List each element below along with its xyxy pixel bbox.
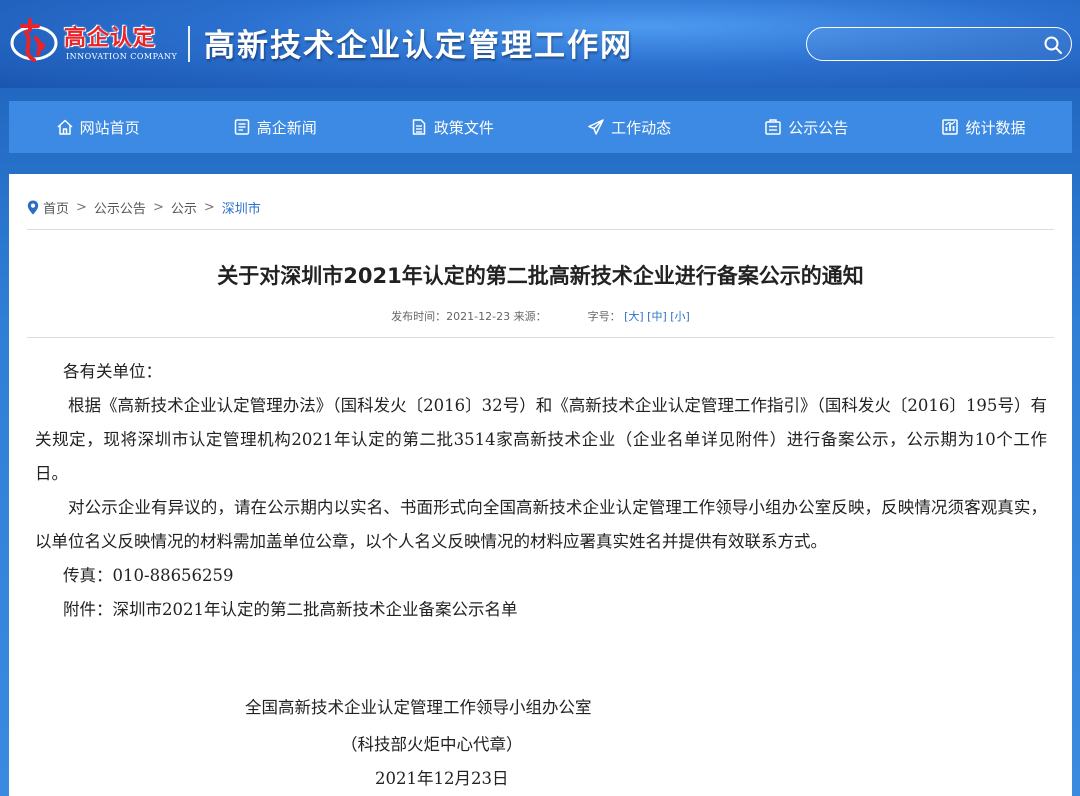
breadcrumb-separator: > bbox=[203, 200, 215, 215]
fax-line: 传真：010-88656259 bbox=[63, 566, 234, 585]
font-size-medium[interactable]: [中] bbox=[647, 310, 667, 323]
breadcrumb-notice[interactable]: 公示公告 bbox=[94, 198, 146, 217]
nav-item-label: 统计数据 bbox=[965, 118, 1026, 137]
nav-item-label: 网站首页 bbox=[79, 118, 140, 137]
article-body: 各有关单位： 根据《高新技术企业认定管理办法》（国科发火〔2016〕32号）和《… bbox=[35, 355, 1047, 627]
nav-item-label: 公示公告 bbox=[788, 118, 849, 137]
divider bbox=[27, 229, 1054, 230]
signature-date: 2021年12月23日 bbox=[375, 769, 509, 788]
breadcrumb-separator: > bbox=[76, 200, 87, 215]
main-nav: 网站首页 高企新闻 政策文件 工作动态 公示公告 统计数据 bbox=[9, 101, 1072, 153]
attachment-link[interactable]: 深圳市2021年认定的第二批高新技术企业备案公示名单 bbox=[113, 600, 518, 619]
font-size-small[interactable]: [小] bbox=[670, 310, 690, 323]
notice-icon bbox=[765, 119, 782, 135]
search-box bbox=[806, 27, 1072, 61]
site-title: 高新技术企业认定管理工作网 bbox=[204, 28, 633, 64]
search-input[interactable] bbox=[819, 33, 1039, 57]
breadcrumb: 首页 > 公示公告 > 公示 > 深圳市 bbox=[27, 198, 261, 217]
logo-divider bbox=[188, 26, 190, 62]
logo-text-cn: 高企认定 bbox=[64, 25, 157, 51]
paragraph: 对公示企业有异议的，请在公示期内以实名、书面形式向全国高新技术企业认定管理工作领… bbox=[35, 498, 1047, 551]
nav-item-home[interactable]: 网站首页 bbox=[9, 101, 186, 153]
nav-item-policy[interactable]: 政策文件 bbox=[363, 101, 540, 153]
font-size-label: 字号： bbox=[587, 310, 621, 323]
logo-mark-icon bbox=[10, 18, 58, 62]
logo-text-en: INNOVATION COMPANY bbox=[66, 52, 178, 61]
nav-item-label: 政策文件 bbox=[433, 118, 494, 137]
nav-item-stats[interactable]: 统计数据 bbox=[895, 101, 1072, 153]
nav-item-work[interactable]: 工作动态 bbox=[541, 101, 718, 153]
paper-plane-icon bbox=[588, 119, 604, 135]
nav-item-news[interactable]: 高企新闻 bbox=[186, 101, 363, 153]
document-icon bbox=[412, 119, 426, 135]
content-panel: 首页 > 公示公告 > 公示 > 深圳市 关于对深圳市2021年认定的第二批高新… bbox=[9, 174, 1072, 796]
signature-seal: （科技部火炬中心代章） bbox=[341, 735, 523, 754]
publish-info: 发布时间：2021-12-23 来源： bbox=[391, 310, 547, 323]
article-meta: 发布时间：2021-12-23 来源： 字号： [大] [中] [小] bbox=[9, 308, 1072, 324]
breadcrumb-shenzhen[interactable]: 深圳市 bbox=[222, 198, 261, 217]
signature-org: 全国高新技术企业认定管理工作领导小组办公室 bbox=[245, 698, 592, 717]
nav-item-notice[interactable]: 公示公告 bbox=[718, 101, 895, 153]
attachment-line: 附件：深圳市2021年认定的第二批高新技术企业备案公示名单 bbox=[35, 593, 1047, 627]
font-size-switcher: 字号： [大] [中] [小] bbox=[588, 310, 690, 323]
nav-item-label: 高企新闻 bbox=[256, 118, 317, 137]
breadcrumb-separator: > bbox=[152, 200, 164, 215]
nav-item-label: 工作动态 bbox=[611, 118, 672, 137]
home-icon bbox=[57, 119, 73, 135]
font-size-large[interactable]: [大] bbox=[624, 310, 644, 323]
divider bbox=[27, 337, 1054, 338]
site-header: 高企认定 INNOVATION COMPANY 高新技术企业认定管理工作网 bbox=[0, 0, 1080, 88]
site-logo[interactable]: 高企认定 INNOVATION COMPANY bbox=[8, 14, 188, 70]
attachment-label: 附件： bbox=[63, 600, 113, 619]
article-title: 关于对深圳市2021年认定的第二批高新技术企业进行备案公示的通知 bbox=[217, 264, 864, 288]
salutation: 各有关单位： bbox=[63, 362, 162, 381]
news-icon bbox=[234, 119, 249, 135]
breadcrumb-home[interactable]: 首页 bbox=[43, 198, 69, 217]
location-pin-icon bbox=[27, 200, 39, 215]
breadcrumb-publicity[interactable]: 公示 bbox=[171, 198, 197, 217]
paragraph: 根据《高新技术企业认定管理办法》（国科发火〔2016〕32号）和《高新技术企业认… bbox=[35, 396, 1047, 483]
chart-icon bbox=[942, 119, 959, 135]
search-icon[interactable] bbox=[1043, 35, 1063, 55]
